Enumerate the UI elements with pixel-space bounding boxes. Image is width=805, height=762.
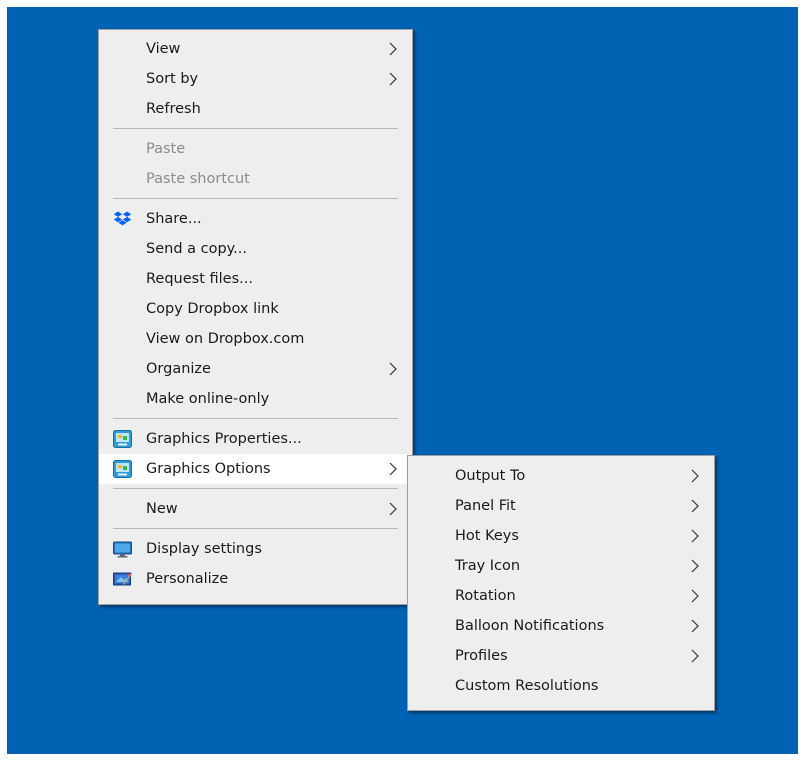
menu-item-view[interactable]: View xyxy=(99,34,412,64)
intel-graphics-icon xyxy=(113,430,132,448)
menu-item-label: Request files... xyxy=(146,271,253,287)
menu-item-share[interactable]: Share... xyxy=(99,204,412,234)
submenu-item-custom-resolutions[interactable]: Custom Resolutions xyxy=(408,671,714,701)
menu-item-label: Graphics Properties... xyxy=(146,431,302,447)
menu-separator xyxy=(113,198,398,199)
menu-item-request-files[interactable]: Request files... xyxy=(99,264,412,294)
chevron-right-icon xyxy=(690,491,700,521)
menu-item-label: Balloon Notifications xyxy=(455,618,605,634)
menu-separator xyxy=(113,128,398,129)
menu-item-paste: Paste xyxy=(99,134,412,164)
menu-item-display-settings[interactable]: Display settings xyxy=(99,534,412,564)
menu-item-label: Rotation xyxy=(455,588,516,604)
chevron-right-icon xyxy=(388,454,398,484)
submenu-item-tray-icon[interactable]: Tray Icon xyxy=(408,551,714,581)
menu-item-label: Tray Icon xyxy=(455,558,521,574)
menu-item-make-online-only[interactable]: Make online-only xyxy=(99,384,412,414)
menu-item-label: Make online-only xyxy=(146,391,270,407)
menu-item-sort-by[interactable]: Sort by xyxy=(99,64,412,94)
chevron-right-icon xyxy=(690,551,700,581)
menu-item-copy-dropbox-link[interactable]: Copy Dropbox link xyxy=(99,294,412,324)
menu-item-personalize[interactable]: Personalize xyxy=(99,564,412,594)
menu-item-label: View on Dropbox.com xyxy=(146,331,305,347)
menu-item-label: Panel Fit xyxy=(455,498,516,514)
submenu-item-rotation[interactable]: Rotation xyxy=(408,581,714,611)
chevron-right-icon xyxy=(690,461,700,491)
menu-item-paste-shortcut: Paste shortcut xyxy=(99,164,412,194)
menu-item-send-a-copy[interactable]: Send a copy... xyxy=(99,234,412,264)
menu-item-organize[interactable]: Organize xyxy=(99,354,412,384)
menu-item-graphics-options[interactable]: Graphics Options xyxy=(99,454,412,484)
menu-separator xyxy=(113,528,398,529)
display-icon xyxy=(113,540,132,558)
menu-item-label: Paste xyxy=(146,141,186,157)
menu-separator xyxy=(113,418,398,419)
menu-item-label: Graphics Options xyxy=(146,461,271,477)
chevron-right-icon xyxy=(388,64,398,94)
menu-item-label: Output To xyxy=(455,468,526,484)
menu-item-label: Copy Dropbox link xyxy=(146,301,279,317)
menu-item-label: Organize xyxy=(146,361,211,377)
menu-item-refresh[interactable]: Refresh xyxy=(99,94,412,124)
personalize-icon xyxy=(113,570,132,588)
menu-item-graphics-properties[interactable]: Graphics Properties... xyxy=(99,424,412,454)
chevron-right-icon xyxy=(388,354,398,384)
menu-item-view-on-dropbox[interactable]: View on Dropbox.com xyxy=(99,324,412,354)
menu-item-label: Send a copy... xyxy=(146,241,248,257)
menu-item-label: Profiles xyxy=(455,648,508,664)
menu-item-label: Refresh xyxy=(146,101,201,117)
chevron-right-icon xyxy=(690,611,700,641)
graphics-options-submenu: Output To Panel Fit Hot Keys Tray Icon R… xyxy=(407,455,715,711)
menu-item-label: Share... xyxy=(146,211,202,227)
menu-item-label: Personalize xyxy=(146,571,229,587)
submenu-item-balloon-notifications[interactable]: Balloon Notifications xyxy=(408,611,714,641)
menu-item-label: Sort by xyxy=(146,71,199,87)
chevron-right-icon xyxy=(690,641,700,671)
desktop-context-menu: View Sort by Refresh Paste Paste shortcu… xyxy=(98,29,413,605)
menu-item-label: Custom Resolutions xyxy=(455,678,599,694)
dropbox-icon xyxy=(113,210,132,228)
chevron-right-icon xyxy=(388,494,398,524)
submenu-item-hot-keys[interactable]: Hot Keys xyxy=(408,521,714,551)
menu-item-label: Hot Keys xyxy=(455,528,519,544)
menu-item-new[interactable]: New xyxy=(99,494,412,524)
submenu-item-panel-fit[interactable]: Panel Fit xyxy=(408,491,714,521)
menu-item-label: Paste shortcut xyxy=(146,171,250,187)
chevron-right-icon xyxy=(388,34,398,64)
submenu-item-profiles[interactable]: Profiles xyxy=(408,641,714,671)
chevron-right-icon xyxy=(690,521,700,551)
menu-item-label: View xyxy=(146,41,181,57)
intel-graphics-icon xyxy=(113,460,132,478)
submenu-item-output-to[interactable]: Output To xyxy=(408,461,714,491)
menu-item-label: New xyxy=(146,501,178,517)
menu-separator xyxy=(113,488,398,489)
menu-item-label: Display settings xyxy=(146,541,262,557)
chevron-right-icon xyxy=(690,581,700,611)
